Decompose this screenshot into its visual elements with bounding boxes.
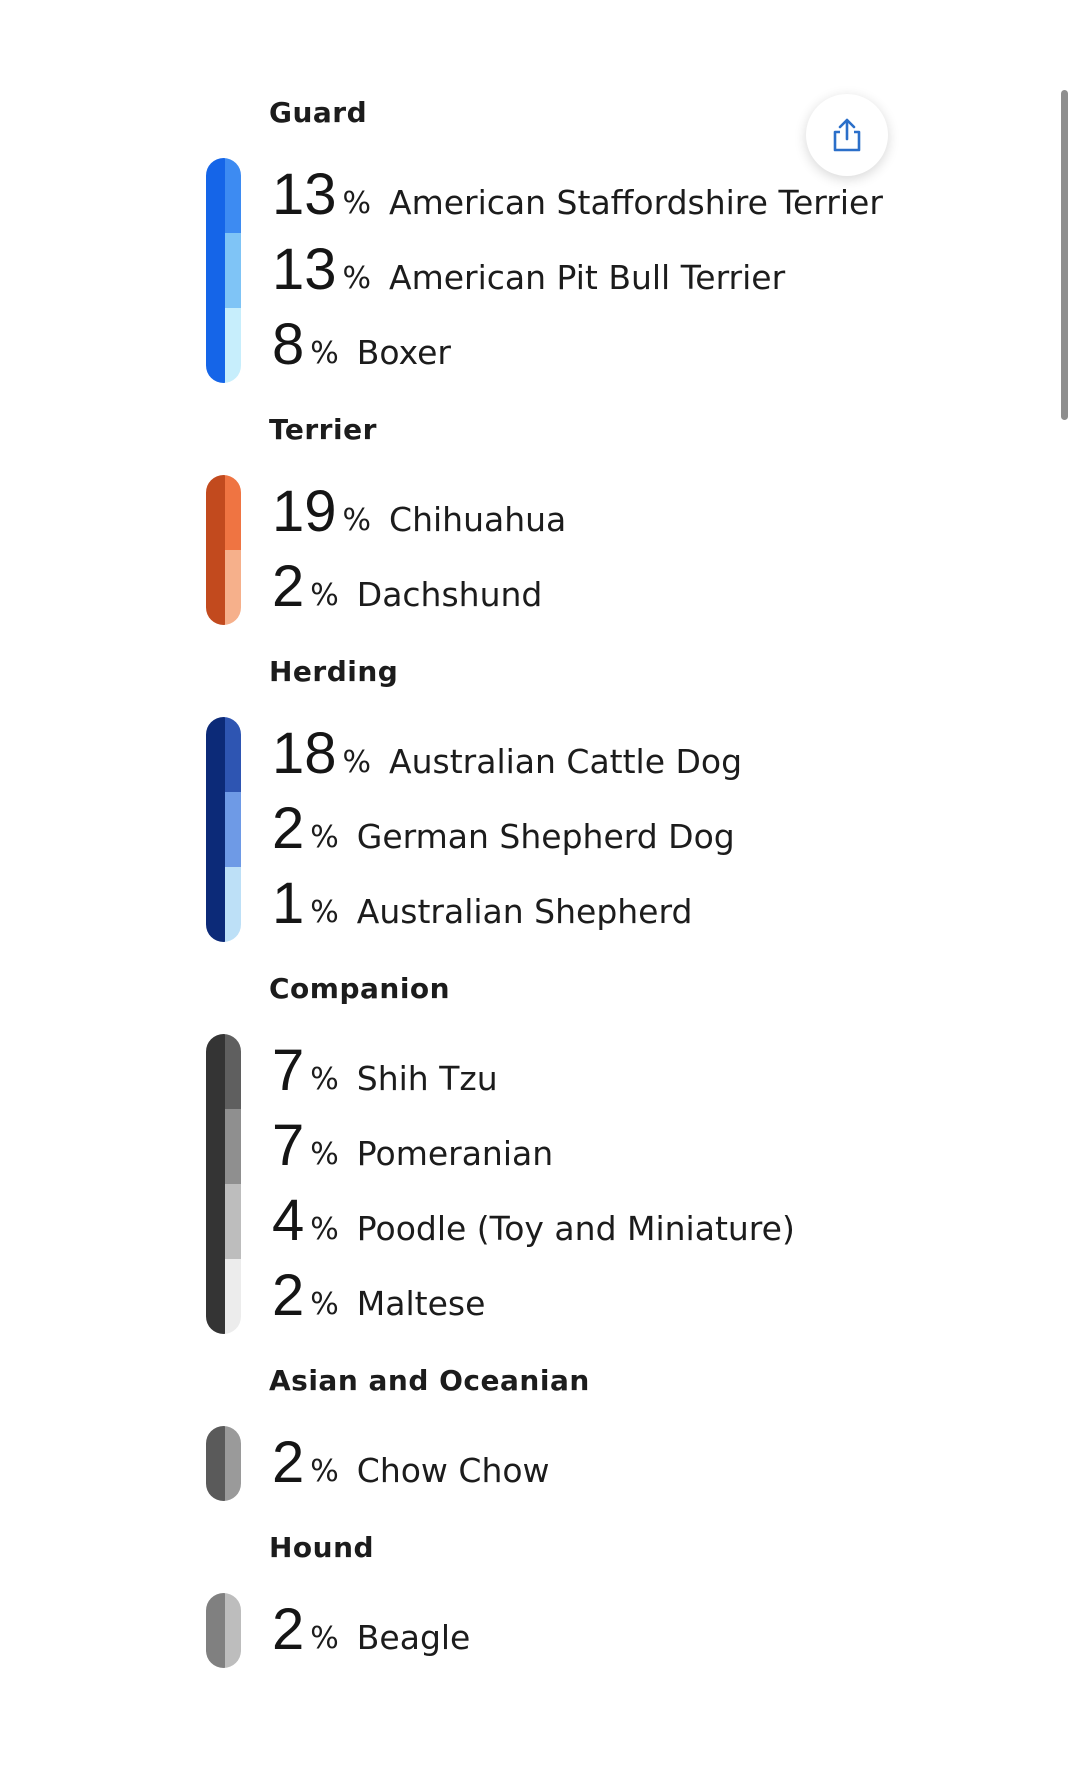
percent-sign: %: [342, 186, 372, 221]
group-color-bar: [206, 158, 241, 383]
share-button[interactable]: [806, 94, 888, 176]
breed-percent: 13: [272, 237, 337, 302]
bar-segment: [225, 1426, 241, 1501]
group-title: Companion: [269, 972, 451, 1005]
breed-name: Chihuahua: [389, 500, 567, 539]
percent-sign: %: [310, 1454, 339, 1489]
group-title: Herding: [269, 655, 399, 688]
breed-name: German Shepherd Dog: [356, 817, 735, 856]
bar-segment: [225, 1109, 241, 1184]
percent-sign: %: [310, 1287, 339, 1322]
breed-percent: 2: [272, 796, 305, 861]
percent-sign: %: [310, 895, 339, 930]
percent-sign: %: [310, 1137, 339, 1172]
breed-percent: 2: [272, 1263, 305, 1328]
percent-sign: %: [310, 1062, 339, 1097]
group-title: Guard: [269, 96, 368, 129]
percent-sign: %: [342, 503, 372, 538]
breed-percent: 8: [272, 312, 305, 377]
group-title: Asian and Oceanian: [269, 1364, 590, 1397]
percent-sign: %: [310, 820, 339, 855]
breed-name: Beagle: [356, 1618, 471, 1657]
bar-segment: [225, 1184, 241, 1259]
breed-percent: 1: [272, 871, 305, 936]
breed-name: Australian Cattle Dog: [389, 742, 743, 781]
group-color-bar: [206, 1593, 241, 1668]
bar-segment: [225, 158, 241, 233]
breed-name: Poodle (Toy and Miniature): [356, 1209, 795, 1248]
breed-name: Chow Chow: [356, 1451, 550, 1490]
bar-segment: [225, 1259, 241, 1334]
breed-name: Dachshund: [356, 575, 543, 614]
group-color-bar: [206, 1426, 241, 1501]
breed-percent: 2: [272, 1597, 305, 1662]
percent-sign: %: [310, 1212, 339, 1247]
bar-segment: [225, 1034, 241, 1109]
share-icon: [833, 118, 861, 152]
percent-sign: %: [310, 336, 339, 371]
breed-groups-list: Guard 13% American Staffordshire Terrier 13…: [0, 0, 1080, 1766]
bar-segment: [225, 792, 241, 867]
breed-name: Boxer: [356, 333, 451, 372]
bar-segment: [225, 308, 241, 383]
bar-segment: [225, 867, 241, 942]
bar-segment: [225, 717, 241, 792]
percent-sign: %: [310, 1621, 339, 1656]
breed-name: American Pit Bull Terrier: [389, 258, 786, 297]
breed-percent: 13: [272, 162, 337, 227]
breed-percent: 19: [272, 479, 337, 544]
breed-name: Pomeranian: [356, 1134, 554, 1173]
breed-percent: 2: [272, 554, 305, 619]
group-color-bar: [206, 475, 241, 625]
group-title: Hound: [269, 1531, 375, 1564]
scrollbar[interactable]: [1061, 90, 1068, 420]
percent-sign: %: [310, 578, 339, 613]
breed-percent: 4: [272, 1188, 305, 1253]
group-color-bar: [206, 717, 241, 942]
breed-name: Australian Shepherd: [356, 892, 693, 931]
percent-sign: %: [342, 745, 372, 780]
breed-percent: 7: [272, 1113, 305, 1178]
breed-percent: 18: [272, 721, 337, 786]
bar-segment: [225, 550, 241, 625]
percent-sign: %: [342, 261, 372, 296]
bar-segment: [225, 1593, 241, 1668]
group-title: Terrier: [269, 413, 377, 446]
breed-percent: 2: [272, 1430, 305, 1495]
breed-name: Maltese: [356, 1284, 486, 1323]
breed-percent: 7: [272, 1038, 305, 1103]
bar-segment: [225, 233, 241, 308]
breed-name: American Staffordshire Terrier: [389, 183, 883, 222]
bar-segment: [225, 475, 241, 550]
group-color-bar: [206, 1034, 241, 1334]
breed-name: Shih Tzu: [356, 1059, 498, 1098]
